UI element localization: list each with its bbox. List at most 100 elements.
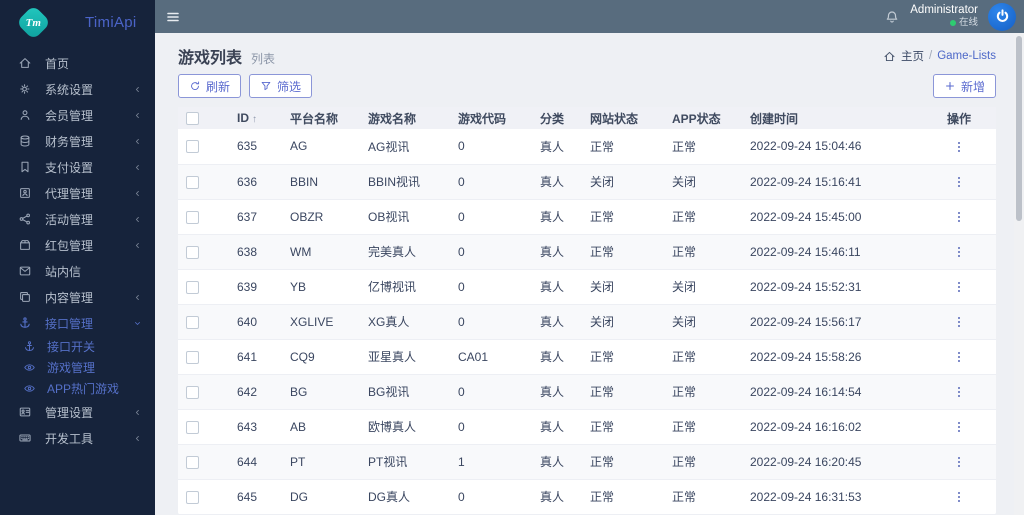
app-logo[interactable]: Tm TimiApi bbox=[0, 0, 155, 44]
sidebar-item-首页[interactable]: 首页 bbox=[0, 50, 155, 76]
row-actions-kebab-icon[interactable] bbox=[952, 420, 966, 434]
breadcrumb-current-link[interactable]: Game-Lists bbox=[937, 50, 996, 62]
sidebar-item-接口管理[interactable]: 接口管理 bbox=[0, 310, 155, 336]
sidebar-item-站内信[interactable]: 站内信 bbox=[0, 258, 155, 284]
menu-toggle-icon[interactable] bbox=[165, 9, 181, 25]
sidebar-item-label: 内容管理 bbox=[45, 290, 94, 305]
table-row-645: 645 DG DG真人 0 真人 正常 正常 2022-09-24 16:31:53 bbox=[178, 479, 996, 515]
cell-platform: BG bbox=[282, 374, 360, 410]
main-content: 游戏列表 列表 主页 / Game-Lists 刷新 筛选 新增 ID ↑ 平台… bbox=[155, 33, 1014, 515]
sidebar-item-代理管理[interactable]: 代理管理 bbox=[0, 180, 155, 206]
sidebar-menu: 首页系统设置会员管理财务管理 支付设置 代理管理 活动管理 红包管理 站内信内容管理接口管… bbox=[0, 50, 155, 451]
chevron-left-icon bbox=[133, 241, 142, 250]
row-checkbox[interactable] bbox=[186, 210, 199, 224]
cell-app_status: 正常 bbox=[664, 409, 742, 445]
row-checkbox[interactable] bbox=[186, 280, 199, 294]
cell-game_code: 0 bbox=[450, 269, 532, 305]
row-checkbox[interactable] bbox=[186, 385, 199, 399]
row-checkbox[interactable] bbox=[186, 175, 199, 189]
sidebar-item-支付设置[interactable]: 支付设置 bbox=[0, 154, 155, 180]
row-checkbox[interactable] bbox=[186, 245, 199, 259]
row-checkbox[interactable] bbox=[186, 315, 199, 329]
table-header-row: ID ↑ 平台名称 游戏名称 游戏代码 分类 网站状态 APP状态 创建时间 操作 bbox=[178, 107, 996, 129]
cell-created_at: 2022-09-24 15:04:46 bbox=[742, 129, 922, 165]
user-status: 在线 bbox=[910, 17, 978, 29]
sidebar-subitem-接口开关[interactable]: 接口开关 bbox=[0, 336, 155, 357]
sidebar-subitem-APP热门游戏[interactable]: APP热门游戏 bbox=[0, 378, 155, 399]
row-actions-kebab-icon[interactable] bbox=[952, 140, 966, 154]
cell-app_status: 正常 bbox=[664, 479, 742, 515]
sidebar-item-开发工具[interactable]: 开发工具 bbox=[0, 425, 155, 451]
cell-created_at: 2022-09-24 15:45:00 bbox=[742, 199, 922, 235]
row-actions-kebab-icon[interactable] bbox=[952, 245, 966, 259]
row-actions-kebab-icon[interactable] bbox=[952, 455, 966, 469]
share-icon bbox=[18, 212, 32, 226]
sidebar-item-label: 系统设置 bbox=[45, 82, 94, 97]
sidebar-item-内容管理[interactable]: 内容管理 bbox=[0, 284, 155, 310]
row-actions-kebab-icon[interactable] bbox=[952, 315, 966, 329]
page-title: 游戏列表 bbox=[178, 50, 243, 67]
cell-site_status: 正常 bbox=[582, 339, 664, 375]
sidebar-subitem-label: APP热门游戏 bbox=[47, 382, 120, 396]
sidebar-item-管理设置[interactable]: 管理设置 bbox=[0, 399, 155, 425]
row-actions-cell bbox=[922, 199, 996, 235]
cell-app_status: 正常 bbox=[664, 339, 742, 375]
row-actions-kebab-icon[interactable] bbox=[952, 490, 966, 504]
row-actions-kebab-icon[interactable] bbox=[952, 385, 966, 399]
table-row-639: 639 YB 亿博视讯 0 真人 关闭 关闭 2022-09-24 15:52:31 bbox=[178, 269, 996, 305]
row-checkbox[interactable] bbox=[186, 455, 199, 469]
cell-category: 真人 bbox=[532, 444, 582, 480]
cell-id: 644 bbox=[229, 444, 282, 480]
column-header-APP状态[interactable]: APP状态 bbox=[664, 107, 742, 129]
breadcrumb-home-link[interactable]: 主页 bbox=[901, 48, 924, 64]
sidebar-item-红包管理[interactable]: 红包管理 bbox=[0, 232, 155, 258]
cell-game_name: PT视讯 bbox=[360, 444, 450, 480]
filter-button[interactable]: 筛选 bbox=[249, 74, 313, 98]
sidebar-item-系统设置[interactable]: 系统设置 bbox=[0, 76, 155, 102]
select-all-header-cell bbox=[178, 107, 229, 129]
column-header-游戏代码[interactable]: 游戏代码 bbox=[450, 107, 532, 129]
sidebar-item-活动管理[interactable]: 活动管理 bbox=[0, 206, 155, 232]
column-header-平台名称[interactable]: 平台名称 bbox=[282, 107, 360, 129]
column-header-网站状态[interactable]: 网站状态 bbox=[582, 107, 664, 129]
column-header-ID[interactable]: ID ↑ bbox=[229, 107, 282, 129]
notifications-bell-icon[interactable] bbox=[884, 9, 900, 25]
cell-created_at: 2022-09-24 15:56:17 bbox=[742, 304, 922, 340]
row-actions-cell bbox=[922, 269, 996, 305]
row-actions-kebab-icon[interactable] bbox=[952, 175, 966, 189]
row-actions-kebab-icon[interactable] bbox=[952, 210, 966, 224]
cell-app_status: 正常 bbox=[664, 444, 742, 480]
cell-platform: DG bbox=[282, 479, 360, 515]
database-icon bbox=[18, 134, 32, 148]
cell-id: 635 bbox=[229, 129, 282, 165]
row-checkbox[interactable] bbox=[186, 420, 199, 434]
row-select-cell bbox=[178, 234, 229, 270]
cell-id: 639 bbox=[229, 269, 282, 305]
scrollbar-thumb[interactable] bbox=[1016, 36, 1022, 221]
cell-game_name: 亚星真人 bbox=[360, 339, 450, 375]
column-header-分类[interactable]: 分类 bbox=[532, 107, 582, 129]
cell-game_name: AG视讯 bbox=[360, 129, 450, 165]
row-actions-kebab-icon[interactable] bbox=[952, 280, 966, 294]
row-checkbox[interactable] bbox=[186, 490, 199, 504]
column-header-创建时间[interactable]: 创建时间 bbox=[742, 107, 922, 129]
row-actions-kebab-icon[interactable] bbox=[952, 350, 966, 364]
row-checkbox[interactable] bbox=[186, 140, 199, 154]
add-button[interactable]: 新增 bbox=[932, 74, 996, 98]
copy-icon bbox=[18, 290, 32, 304]
refresh-button[interactable]: 刷新 bbox=[178, 74, 242, 98]
sidebar-item-label: 会员管理 bbox=[45, 108, 94, 123]
sidebar-item-财务管理[interactable]: 财务管理 bbox=[0, 128, 155, 154]
row-checkbox[interactable] bbox=[186, 350, 199, 364]
user-avatar[interactable] bbox=[988, 2, 1016, 31]
id-card-icon bbox=[18, 186, 32, 200]
sidebar-subitem-游戏管理[interactable]: 游戏管理 bbox=[0, 357, 155, 378]
scrollbar-track[interactable] bbox=[1014, 33, 1024, 515]
page-subtitle: 列表 bbox=[251, 52, 276, 66]
sidebar-item-会员管理[interactable]: 会员管理 bbox=[0, 102, 155, 128]
cell-game_code: 1 bbox=[450, 444, 532, 480]
select-all-checkbox[interactable] bbox=[186, 112, 199, 126]
column-header-操作[interactable]: 操作 bbox=[922, 107, 996, 129]
sidebar-item-label: 管理设置 bbox=[45, 405, 94, 420]
column-header-游戏名称[interactable]: 游戏名称 bbox=[360, 107, 450, 129]
